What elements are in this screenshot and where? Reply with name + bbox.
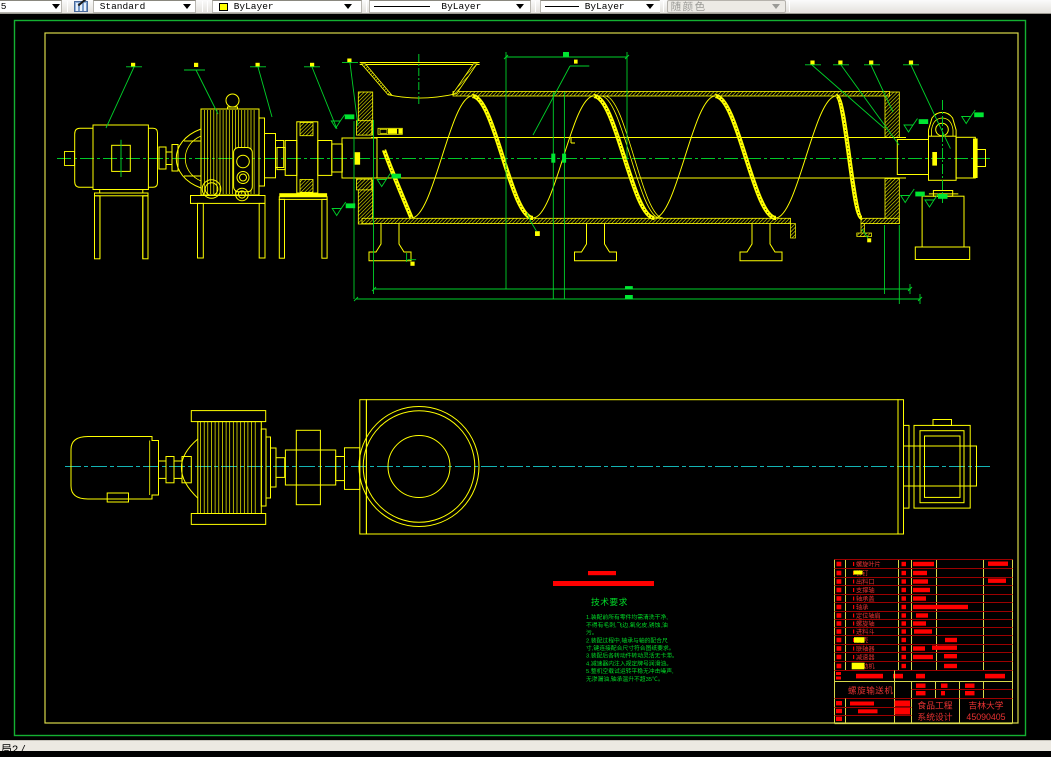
svg-text:轴承盖: 轴承盖 [856, 595, 875, 603]
svg-text:定位轴肩: 定位轴肩 [856, 612, 881, 620]
svg-text:吉林大学: 吉林大学 [968, 700, 1003, 711]
svg-text:寸,键连接配合尺寸符合图纸要求。: 寸,键连接配合尺寸符合图纸要求。 [586, 644, 675, 652]
svg-text:不得有毛刺,飞边,氧化皮,锈蚀,油: 不得有毛刺,飞边,氧化皮,锈蚀,油 [586, 621, 668, 629]
svg-text:无渗漏油,轴承温升不超35℃。: 无渗漏油,轴承温升不超35℃。 [586, 675, 664, 683]
svg-text:支撑轴: 支撑轴 [856, 586, 875, 594]
svg-text:出料口: 出料口 [856, 578, 875, 586]
svg-text:系统设计: 系统设计 [917, 711, 952, 722]
svg-text:污。: 污。 [586, 629, 598, 637]
svg-text:螺旋输送机: 螺旋输送机 [848, 685, 893, 696]
svg-text:45090405: 45090405 [966, 712, 1005, 722]
svg-text:4.减速器内注入规定牌号润滑油。: 4.减速器内注入规定牌号润滑油。 [586, 659, 672, 667]
svg-text:3.装配后各转动件转动灵活无卡滞。: 3.装配后各转动件转动灵活无卡滞。 [586, 652, 678, 660]
svg-text:联轴器: 联轴器 [856, 645, 875, 653]
svg-text:5.整机空载试运转平稳无冲击噪声,: 5.整机空载试运转平稳无冲击噪声, [586, 667, 674, 675]
svg-text:减速器: 减速器 [856, 653, 875, 661]
svg-text:食品工程: 食品工程 [917, 700, 952, 711]
svg-text:技术要求: 技术要求 [591, 596, 628, 607]
svg-text:1.装配前所有零件均需清洗干净,: 1.装配前所有零件均需清洗干净, [586, 613, 668, 621]
svg-text:轴承: 轴承 [856, 603, 868, 611]
svg-text:2.装配过程中,轴承与轴的配合尺: 2.装配过程中,轴承与轴的配合尺 [586, 636, 668, 644]
svg-text:螺旋轴: 螺旋轴 [856, 620, 875, 628]
svg-text:螺旋叶片: 螺旋叶片 [856, 560, 881, 568]
svg-text:进料斗: 进料斗 [856, 628, 875, 636]
